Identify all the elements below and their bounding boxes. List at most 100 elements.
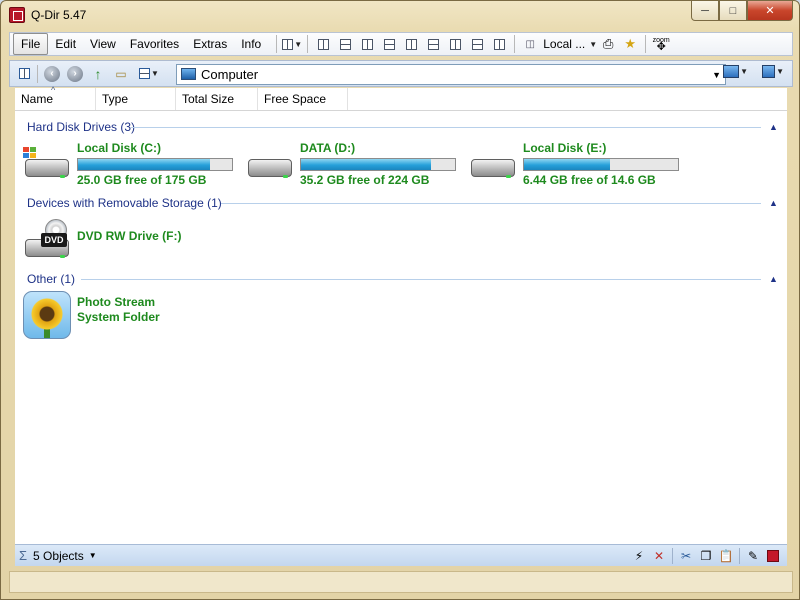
column-type[interactable]: Type: [96, 88, 176, 110]
address-bar: ‹ › ↑ ▭ ▼ Computer ▼ ▼ ▼: [9, 60, 793, 87]
delete-icon[interactable]: ✕: [649, 547, 669, 565]
cut-icon[interactable]: ✂: [676, 547, 696, 565]
group-divider: [221, 203, 761, 204]
toolbar-separator: [645, 35, 647, 53]
dvd-drive-item[interactable]: DVD DVD RW Drive (F:): [23, 217, 243, 261]
hard-drive-icon: [469, 153, 517, 179]
chevron-down-icon[interactable]: ▼: [712, 70, 721, 80]
chevron-down-icon[interactable]: ▼: [589, 40, 597, 49]
layout-quad-icon[interactable]: ▼: [281, 34, 303, 54]
group-header[interactable]: Devices with Removable Storage (1): [27, 195, 222, 211]
column-total-size[interactable]: Total Size: [176, 88, 258, 110]
pane-layout-icon[interactable]: [14, 64, 34, 84]
drive-usage-fill: [524, 159, 611, 170]
maximize-button[interactable]: □: [719, 1, 747, 21]
drive-usage-fill: [301, 159, 431, 170]
status-tools: ⚡ ✕ ✂ ❐ 📋 ✎: [629, 547, 783, 565]
menu-favorites[interactable]: Favorites: [123, 34, 186, 54]
collapse-icon[interactable]: ▲: [769, 122, 779, 132]
drive-free-space: 35.2 GB free of 224 GB: [300, 173, 430, 187]
toolbar-separator: [672, 548, 673, 564]
sunflower-icon: [23, 291, 71, 339]
drive-free-space: 6.44 GB free of 14.6 GB: [523, 173, 656, 187]
file-list[interactable]: Hard Disk Drives (3) ▲ Local Disk (C:) 2…: [15, 111, 787, 544]
title-bar[interactable]: Q-Dir 5.47 ─ □ ✕: [1, 1, 799, 31]
layout-6-icon[interactable]: [422, 34, 444, 54]
drive-usage-bar: [300, 158, 456, 171]
layout-1-icon[interactable]: [312, 34, 334, 54]
dvd-badge: DVD: [41, 233, 67, 247]
layout-3-icon[interactable]: [356, 34, 378, 54]
monitor-view-icon[interactable]: ▼: [723, 65, 748, 78]
bottom-status-strip: [9, 571, 793, 593]
layout-4-icon[interactable]: [378, 34, 400, 54]
menu-bar: File Edit View Favorites Extras Info ▼ ◫…: [9, 32, 793, 56]
qdir-app-icon[interactable]: [763, 547, 783, 565]
layout-9-icon[interactable]: [488, 34, 510, 54]
photo-stream-item[interactable]: Photo Stream System Folder: [23, 291, 243, 341]
menu-info[interactable]: Info: [234, 34, 268, 54]
print-icon[interactable]: ⎙: [597, 34, 619, 54]
zoom-icon[interactable]: zoom ✥: [650, 34, 672, 54]
toolbar-separator: [739, 548, 740, 564]
hard-drive-icon: [23, 147, 71, 179]
group-divider: [81, 279, 761, 280]
column-header: Name Type Total Size Free Space: [15, 85, 787, 111]
layout-5-icon[interactable]: [400, 34, 422, 54]
star-icon[interactable]: ★: [619, 34, 641, 54]
network-icon[interactable]: ◫: [519, 34, 541, 54]
group-divider: [131, 127, 761, 128]
collapse-icon[interactable]: ▲: [769, 274, 779, 284]
toolbar-separator: [307, 35, 309, 53]
drive-usage-bar: [77, 158, 233, 171]
menu-extras[interactable]: Extras: [186, 34, 234, 54]
toolbar-separator: [514, 35, 516, 53]
sigma-icon: Σ: [19, 548, 28, 563]
back-button[interactable]: ‹: [42, 64, 62, 84]
group-header[interactable]: Other (1): [27, 271, 75, 287]
location-dropdown[interactable]: Local ...: [543, 37, 585, 51]
dvd-drive-icon: DVD: [23, 219, 71, 259]
view-buttons: ▼ ▼: [723, 65, 784, 78]
column-name[interactable]: Name: [15, 85, 96, 110]
computer-icon: [181, 68, 196, 80]
copy-icon[interactable]: ❐: [696, 547, 716, 565]
forward-button[interactable]: ›: [65, 64, 85, 84]
new-folder-icon[interactable]: ▭: [111, 64, 131, 84]
drive-item[interactable]: Local Disk (C:) 25.0 GB free of 175 GB: [23, 141, 243, 189]
object-count[interactable]: 5 Objects: [33, 549, 84, 563]
up-folder-icon[interactable]: ↑: [88, 64, 108, 84]
group-header[interactable]: Hard Disk Drives (3): [27, 119, 135, 135]
menu-view[interactable]: View: [83, 34, 123, 54]
drive-name: Local Disk (C:): [77, 141, 162, 155]
menu-edit[interactable]: Edit: [48, 34, 83, 54]
layout-2-icon[interactable]: [334, 34, 356, 54]
rename-icon[interactable]: ✎: [743, 547, 763, 565]
menu-file[interactable]: File: [13, 33, 49, 55]
address-input[interactable]: Computer ▼: [176, 64, 726, 85]
collapse-icon[interactable]: ▲: [769, 198, 779, 208]
toolbar-separator: [37, 64, 38, 83]
minimize-button[interactable]: ─: [691, 1, 719, 21]
paste-icon[interactable]: 📋: [716, 547, 736, 565]
view-mode-icon[interactable]: ▼: [134, 64, 164, 84]
drive-item[interactable]: DATA (D:) 35.2 GB free of 224 GB: [246, 141, 466, 189]
drive-usage-bar: [523, 158, 679, 171]
monitor-options-icon[interactable]: ▼: [762, 65, 784, 78]
layout-8-icon[interactable]: [466, 34, 488, 54]
close-button[interactable]: ✕: [747, 1, 793, 21]
hard-drive-icon: [246, 153, 294, 179]
drive-name: DVD RW Drive (F:): [77, 229, 182, 243]
item-type: System Folder: [77, 310, 160, 324]
layout-7-icon[interactable]: [444, 34, 466, 54]
chevron-down-icon[interactable]: ▼: [89, 551, 97, 560]
toolbar-separator: [276, 35, 278, 53]
drive-usage-fill: [78, 159, 210, 170]
caption-buttons: ─ □ ✕: [691, 1, 793, 21]
drive-item[interactable]: Local Disk (E:) 6.44 GB free of 14.6 GB: [469, 141, 689, 189]
lightning-icon[interactable]: ⚡: [629, 547, 649, 565]
app-icon[interactable]: [9, 7, 25, 23]
column-free-space[interactable]: Free Space: [258, 88, 348, 110]
status-bar: Σ 5 Objects ▼ ⚡ ✕ ✂ ❐ 📋 ✎: [15, 544, 787, 566]
item-name: Photo Stream: [77, 295, 156, 309]
